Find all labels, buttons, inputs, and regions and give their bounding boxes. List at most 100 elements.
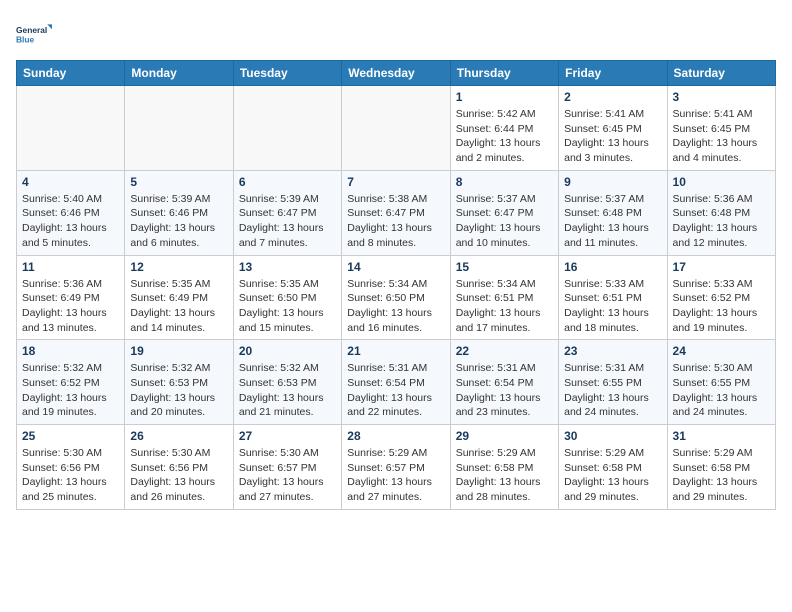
day-number: 4: [22, 175, 119, 189]
day-info: Sunrise: 5:39 AMSunset: 6:47 PMDaylight:…: [239, 192, 336, 251]
weekday-header-row: SundayMondayTuesdayWednesdayThursdayFrid…: [17, 61, 776, 86]
calendar-cell: 14Sunrise: 5:34 AMSunset: 6:50 PMDayligh…: [342, 255, 450, 340]
calendar-cell: 19 Sunrise: 5:32 AMSunset: 6:53 PMDayligh…: [125, 340, 233, 425]
day-number: 12: [130, 260, 227, 274]
calendar-cell: 6 Sunrise: 5:39 AMSunset: 6:47 PMDaylight…: [233, 170, 341, 255]
day-number: 30: [564, 429, 661, 443]
day-info: Sunrise: 5:37 AMSunset: 6:47 PMDaylight:…: [456, 192, 553, 251]
weekday-header: Tuesday: [233, 61, 341, 86]
day-number: 26: [130, 429, 227, 443]
calendar-week-row: 4 Sunrise: 5:40 AMSunset: 6:46 PMDaylight…: [17, 170, 776, 255]
day-info: Sunrise: 5:34 AMSunset: 6:51 PMDaylight:…: [456, 277, 553, 336]
day-number: 5: [130, 175, 227, 189]
day-info: Sunrise: 5:30 AMSunset: 6:56 PMDaylight:…: [130, 446, 227, 505]
logo: General Blue: [16, 16, 52, 52]
day-number: 22: [456, 344, 553, 358]
day-number: 11: [22, 260, 119, 274]
calendar-cell: 27Sunrise: 5:30 AMSunset: 6:57 PMDayligh…: [233, 425, 341, 510]
day-number: 10: [673, 175, 770, 189]
calendar-table: SundayMondayTuesdayWednesdayThursdayFrid…: [16, 60, 776, 510]
weekday-header: Wednesday: [342, 61, 450, 86]
calendar-cell: [342, 86, 450, 171]
day-info: Sunrise: 5:33 AMSunset: 6:51 PMDaylight:…: [564, 277, 661, 336]
day-info: Sunrise: 5:36 AMSunset: 6:48 PMDaylight:…: [673, 192, 770, 251]
day-number: 24: [673, 344, 770, 358]
day-info: Sunrise: 5:30 AMSunset: 6:57 PMDaylight:…: [239, 446, 336, 505]
day-number: 8: [456, 175, 553, 189]
calendar-cell: 8 Sunrise: 5:37 AMSunset: 6:47 PMDaylight…: [450, 170, 558, 255]
calendar-cell: 28 Sunrise: 5:29 AMSunset: 6:57 PMDayligh…: [342, 425, 450, 510]
day-number: 16: [564, 260, 661, 274]
logo-svg: General Blue: [16, 16, 52, 52]
calendar-cell: 16 Sunrise: 5:33 AMSunset: 6:51 PMDayligh…: [559, 255, 667, 340]
day-info: Sunrise: 5:29 AMSunset: 6:58 PMDaylight:…: [456, 446, 553, 505]
calendar-cell: 31 Sunrise: 5:29 AMSunset: 6:58 PMDayligh…: [667, 425, 775, 510]
calendar-week-row: 1 Sunrise: 5:42 AMSunset: 6:44 PMDaylight…: [17, 86, 776, 171]
day-info: Sunrise: 5:34 AMSunset: 6:50 PMDaylight:…: [347, 277, 444, 336]
calendar-week-row: 25 Sunrise: 5:30 AMSunset: 6:56 PMDayligh…: [17, 425, 776, 510]
day-number: 28: [347, 429, 444, 443]
calendar-cell: 5 Sunrise: 5:39 AMSunset: 6:46 PMDaylight…: [125, 170, 233, 255]
svg-text:General: General: [16, 25, 47, 35]
day-info: Sunrise: 5:29 AMSunset: 6:57 PMDaylight:…: [347, 446, 444, 505]
day-number: 31: [673, 429, 770, 443]
day-number: 13: [239, 260, 336, 274]
calendar-cell: 22Sunrise: 5:31 AMSunset: 6:54 PMDayligh…: [450, 340, 558, 425]
calendar-cell: 24 Sunrise: 5:30 AMSunset: 6:55 PMDayligh…: [667, 340, 775, 425]
day-info: Sunrise: 5:31 AMSunset: 6:55 PMDaylight:…: [564, 361, 661, 420]
day-info: Sunrise: 5:32 AMSunset: 6:53 PMDaylight:…: [130, 361, 227, 420]
calendar-cell: 12Sunrise: 5:35 AMSunset: 6:49 PMDayligh…: [125, 255, 233, 340]
day-info: Sunrise: 5:38 AMSunset: 6:47 PMDaylight:…: [347, 192, 444, 251]
calendar-cell: 30 Sunrise: 5:29 AMSunset: 6:58 PMDayligh…: [559, 425, 667, 510]
calendar-cell: 13 Sunrise: 5:35 AMSunset: 6:50 PMDayligh…: [233, 255, 341, 340]
day-number: 21: [347, 344, 444, 358]
weekday-header: Sunday: [17, 61, 125, 86]
day-number: 9: [564, 175, 661, 189]
calendar-cell: 2Sunrise: 5:41 AMSunset: 6:45 PMDaylight…: [559, 86, 667, 171]
day-info: Sunrise: 5:29 AMSunset: 6:58 PMDaylight:…: [564, 446, 661, 505]
weekday-header: Monday: [125, 61, 233, 86]
calendar-cell: 20 Sunrise: 5:32 AMSunset: 6:53 PMDayligh…: [233, 340, 341, 425]
day-info: Sunrise: 5:37 AMSunset: 6:48 PMDaylight:…: [564, 192, 661, 251]
day-number: 23: [564, 344, 661, 358]
day-info: Sunrise: 5:32 AMSunset: 6:53 PMDaylight:…: [239, 361, 336, 420]
calendar-cell: 1 Sunrise: 5:42 AMSunset: 6:44 PMDaylight…: [450, 86, 558, 171]
calendar-cell: 23 Sunrise: 5:31 AMSunset: 6:55 PMDayligh…: [559, 340, 667, 425]
svg-text:Blue: Blue: [16, 34, 35, 44]
calendar-week-row: 11 Sunrise: 5:36 AMSunset: 6:49 PMDayligh…: [17, 255, 776, 340]
calendar-cell: 26 Sunrise: 5:30 AMSunset: 6:56 PMDayligh…: [125, 425, 233, 510]
day-info: Sunrise: 5:33 AMSunset: 6:52 PMDaylight:…: [673, 277, 770, 336]
day-info: Sunrise: 5:36 AMSunset: 6:49 PMDaylight:…: [22, 277, 119, 336]
day-number: 19: [130, 344, 227, 358]
calendar-cell: 29 Sunrise: 5:29 AMSunset: 6:58 PMDayligh…: [450, 425, 558, 510]
day-number: 3: [673, 90, 770, 104]
day-number: 17: [673, 260, 770, 274]
day-number: 29: [456, 429, 553, 443]
day-info: Sunrise: 5:41 AMSunset: 6:45 PMDaylight:…: [673, 107, 770, 166]
calendar-cell: 15Sunrise: 5:34 AMSunset: 6:51 PMDayligh…: [450, 255, 558, 340]
day-info: Sunrise: 5:41 AMSunset: 6:45 PMDaylight:…: [564, 107, 661, 166]
calendar-cell: 11 Sunrise: 5:36 AMSunset: 6:49 PMDayligh…: [17, 255, 125, 340]
day-number: 6: [239, 175, 336, 189]
calendar-week-row: 18Sunrise: 5:32 AMSunset: 6:52 PMDayligh…: [17, 340, 776, 425]
calendar-cell: 25Sunrise: 5:30 AMSunset: 6:56 PMDayligh…: [17, 425, 125, 510]
calendar-cell: 21 Sunrise: 5:31 AMSunset: 6:54 PMDayligh…: [342, 340, 450, 425]
calendar-cell: [17, 86, 125, 171]
calendar-cell: [125, 86, 233, 171]
day-info: Sunrise: 5:31 AMSunset: 6:54 PMDaylight:…: [347, 361, 444, 420]
day-number: 18: [22, 344, 119, 358]
day-info: Sunrise: 5:30 AMSunset: 6:55 PMDaylight:…: [673, 361, 770, 420]
weekday-header: Thursday: [450, 61, 558, 86]
page-header: General Blue: [16, 16, 776, 52]
day-number: 1: [456, 90, 553, 104]
day-number: 7: [347, 175, 444, 189]
calendar-cell: 18Sunrise: 5:32 AMSunset: 6:52 PMDayligh…: [17, 340, 125, 425]
day-number: 20: [239, 344, 336, 358]
day-info: Sunrise: 5:42 AMSunset: 6:44 PMDaylight:…: [456, 107, 553, 166]
day-info: Sunrise: 5:40 AMSunset: 6:46 PMDaylight:…: [22, 192, 119, 251]
day-number: 25: [22, 429, 119, 443]
day-info: Sunrise: 5:35 AMSunset: 6:50 PMDaylight:…: [239, 277, 336, 336]
calendar-cell: 9 Sunrise: 5:37 AMSunset: 6:48 PMDaylight…: [559, 170, 667, 255]
day-info: Sunrise: 5:29 AMSunset: 6:58 PMDaylight:…: [673, 446, 770, 505]
day-info: Sunrise: 5:39 AMSunset: 6:46 PMDaylight:…: [130, 192, 227, 251]
